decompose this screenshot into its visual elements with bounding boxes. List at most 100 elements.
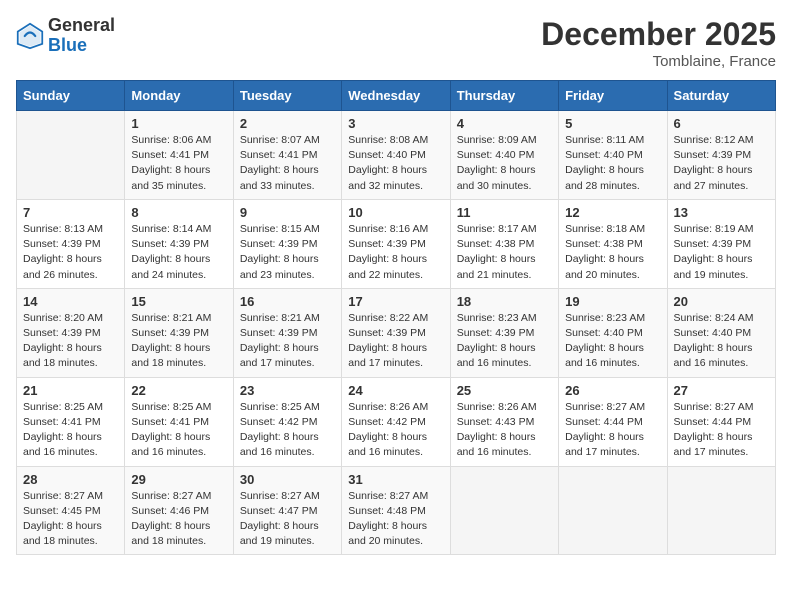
calendar-cell: 19Sunrise: 8:23 AMSunset: 4:40 PMDayligh… xyxy=(559,288,667,377)
day-info: Sunrise: 8:26 AMSunset: 4:42 PMDaylight:… xyxy=(348,400,443,461)
calendar-cell xyxy=(559,466,667,555)
day-info: Sunrise: 8:27 AMSunset: 4:45 PMDaylight:… xyxy=(23,489,118,550)
header-wednesday: Wednesday xyxy=(342,81,450,111)
calendar-cell xyxy=(450,466,558,555)
header-tuesday: Tuesday xyxy=(233,81,341,111)
header-monday: Monday xyxy=(125,81,233,111)
day-number: 17 xyxy=(348,294,443,309)
calendar-table: SundayMondayTuesdayWednesdayThursdayFrid… xyxy=(16,80,776,555)
day-info: Sunrise: 8:21 AMSunset: 4:39 PMDaylight:… xyxy=(240,311,335,372)
calendar-cell: 25Sunrise: 8:26 AMSunset: 4:43 PMDayligh… xyxy=(450,377,558,466)
week-row-1: 1 Sunrise: 8:06 AMSunset: 4:41 PMDaylight… xyxy=(17,111,776,200)
calendar-cell: 16 Sunrise: 8:21 AMSunset: 4:39 PMDayligh… xyxy=(233,288,341,377)
day-info: Sunrise: 8:24 AMSunset: 4:40 PMDaylight:… xyxy=(674,311,769,372)
day-info: Sunrise: 8:16 AMSunset: 4:39 PMDaylight:… xyxy=(348,222,443,283)
day-info: Sunrise: 8:27 AMSunset: 4:44 PMDaylight:… xyxy=(674,400,769,461)
calendar-cell: 4 Sunrise: 8:09 AMSunset: 4:40 PMDaylight… xyxy=(450,111,558,200)
day-number: 1 xyxy=(131,116,226,131)
calendar-cell: 23 Sunrise: 8:25 AMSunset: 4:42 PMDayligh… xyxy=(233,377,341,466)
day-number: 2 xyxy=(240,116,335,131)
day-number: 3 xyxy=(348,116,443,131)
week-row-4: 21 Sunrise: 8:25 AMSunset: 4:41 PMDayligh… xyxy=(17,377,776,466)
header-thursday: Thursday xyxy=(450,81,558,111)
calendar-cell: 14 Sunrise: 8:20 AMSunset: 4:39 PMDayligh… xyxy=(17,288,125,377)
day-number: 16 xyxy=(240,294,335,309)
day-number: 30 xyxy=(240,472,335,487)
calendar-cell: 22Sunrise: 8:25 AMSunset: 4:41 PMDayligh… xyxy=(125,377,233,466)
day-number: 15 xyxy=(131,294,226,309)
calendar-cell: 3 Sunrise: 8:08 AMSunset: 4:40 PMDaylight… xyxy=(342,111,450,200)
day-info: Sunrise: 8:14 AMSunset: 4:39 PMDaylight:… xyxy=(131,222,226,283)
day-info: Sunrise: 8:07 AMSunset: 4:41 PMDaylight:… xyxy=(240,133,335,194)
calendar-cell: 6 Sunrise: 8:12 AMSunset: 4:39 PMDaylight… xyxy=(667,111,775,200)
calendar-cell: 24 Sunrise: 8:26 AMSunset: 4:42 PMDayligh… xyxy=(342,377,450,466)
day-number: 12 xyxy=(565,205,660,220)
calendar-cell xyxy=(667,466,775,555)
calendar-cell: 2 Sunrise: 8:07 AMSunset: 4:41 PMDaylight… xyxy=(233,111,341,200)
day-number: 8 xyxy=(131,205,226,220)
day-number: 23 xyxy=(240,383,335,398)
week-row-2: 7 Sunrise: 8:13 AMSunset: 4:39 PMDaylight… xyxy=(17,199,776,288)
calendar-header-row: SundayMondayTuesdayWednesdayThursdayFrid… xyxy=(17,81,776,111)
day-info: Sunrise: 8:27 AMSunset: 4:46 PMDaylight:… xyxy=(131,489,226,550)
calendar-cell xyxy=(17,111,125,200)
day-number: 19 xyxy=(565,294,660,309)
day-number: 7 xyxy=(23,205,118,220)
logo-icon xyxy=(16,22,44,50)
day-number: 6 xyxy=(674,116,769,131)
day-info: Sunrise: 8:12 AMSunset: 4:39 PMDaylight:… xyxy=(674,133,769,194)
logo-text: General Blue xyxy=(48,16,115,56)
week-row-5: 28 Sunrise: 8:27 AMSunset: 4:45 PMDayligh… xyxy=(17,466,776,555)
day-info: Sunrise: 8:27 AMSunset: 4:47 PMDaylight:… xyxy=(240,489,335,550)
day-info: Sunrise: 8:25 AMSunset: 4:41 PMDaylight:… xyxy=(23,400,118,461)
day-info: Sunrise: 8:26 AMSunset: 4:43 PMDaylight:… xyxy=(457,400,552,461)
day-info: Sunrise: 8:13 AMSunset: 4:39 PMDaylight:… xyxy=(23,222,118,283)
day-info: Sunrise: 8:25 AMSunset: 4:42 PMDaylight:… xyxy=(240,400,335,461)
logo: General Blue xyxy=(16,16,115,56)
day-info: Sunrise: 8:08 AMSunset: 4:40 PMDaylight:… xyxy=(348,133,443,194)
day-info: Sunrise: 8:19 AMSunset: 4:39 PMDaylight:… xyxy=(674,222,769,283)
calendar-cell: 1 Sunrise: 8:06 AMSunset: 4:41 PMDaylight… xyxy=(125,111,233,200)
day-number: 9 xyxy=(240,205,335,220)
day-info: Sunrise: 8:15 AMSunset: 4:39 PMDaylight:… xyxy=(240,222,335,283)
day-number: 18 xyxy=(457,294,552,309)
day-info: Sunrise: 8:22 AMSunset: 4:39 PMDaylight:… xyxy=(348,311,443,372)
month-title: December 2025 xyxy=(541,16,776,53)
day-number: 24 xyxy=(348,383,443,398)
calendar-cell: 18Sunrise: 8:23 AMSunset: 4:39 PMDayligh… xyxy=(450,288,558,377)
calendar-cell: 28 Sunrise: 8:27 AMSunset: 4:45 PMDayligh… xyxy=(17,466,125,555)
calendar-cell: 10Sunrise: 8:16 AMSunset: 4:39 PMDayligh… xyxy=(342,199,450,288)
day-number: 14 xyxy=(23,294,118,309)
day-info: Sunrise: 8:06 AMSunset: 4:41 PMDaylight:… xyxy=(131,133,226,194)
day-number: 11 xyxy=(457,205,552,220)
day-number: 20 xyxy=(674,294,769,309)
calendar-cell: 12 Sunrise: 8:18 AMSunset: 4:38 PMDayligh… xyxy=(559,199,667,288)
day-number: 4 xyxy=(457,116,552,131)
day-number: 29 xyxy=(131,472,226,487)
calendar-cell: 8 Sunrise: 8:14 AMSunset: 4:39 PMDaylight… xyxy=(125,199,233,288)
day-info: Sunrise: 8:18 AMSunset: 4:38 PMDaylight:… xyxy=(565,222,660,283)
day-number: 31 xyxy=(348,472,443,487)
calendar-cell: 26Sunrise: 8:27 AMSunset: 4:44 PMDayligh… xyxy=(559,377,667,466)
header-friday: Friday xyxy=(559,81,667,111)
day-info: Sunrise: 8:17 AMSunset: 4:38 PMDaylight:… xyxy=(457,222,552,283)
logo-general: General xyxy=(48,16,115,36)
calendar-cell: 30 Sunrise: 8:27 AMSunset: 4:47 PMDayligh… xyxy=(233,466,341,555)
title-area: December 2025 Tomblaine, France xyxy=(541,16,776,70)
day-info: Sunrise: 8:11 AMSunset: 4:40 PMDaylight:… xyxy=(565,133,660,194)
day-number: 27 xyxy=(674,383,769,398)
day-number: 13 xyxy=(674,205,769,220)
day-number: 5 xyxy=(565,116,660,131)
logo-blue: Blue xyxy=(48,36,115,56)
calendar-cell: 13 Sunrise: 8:19 AMSunset: 4:39 PMDayligh… xyxy=(667,199,775,288)
day-number: 21 xyxy=(23,383,118,398)
day-number: 28 xyxy=(23,472,118,487)
day-info: Sunrise: 8:09 AMSunset: 4:40 PMDaylight:… xyxy=(457,133,552,194)
location: Tomblaine, France xyxy=(541,53,776,70)
day-info: Sunrise: 8:20 AMSunset: 4:39 PMDaylight:… xyxy=(23,311,118,372)
calendar-cell: 29 Sunrise: 8:27 AMSunset: 4:46 PMDayligh… xyxy=(125,466,233,555)
page-header: General Blue December 2025 Tomblaine, Fr… xyxy=(16,16,776,70)
calendar-cell: 21 Sunrise: 8:25 AMSunset: 4:41 PMDayligh… xyxy=(17,377,125,466)
day-info: Sunrise: 8:27 AMSunset: 4:44 PMDaylight:… xyxy=(565,400,660,461)
calendar-cell: 27 Sunrise: 8:27 AMSunset: 4:44 PMDayligh… xyxy=(667,377,775,466)
